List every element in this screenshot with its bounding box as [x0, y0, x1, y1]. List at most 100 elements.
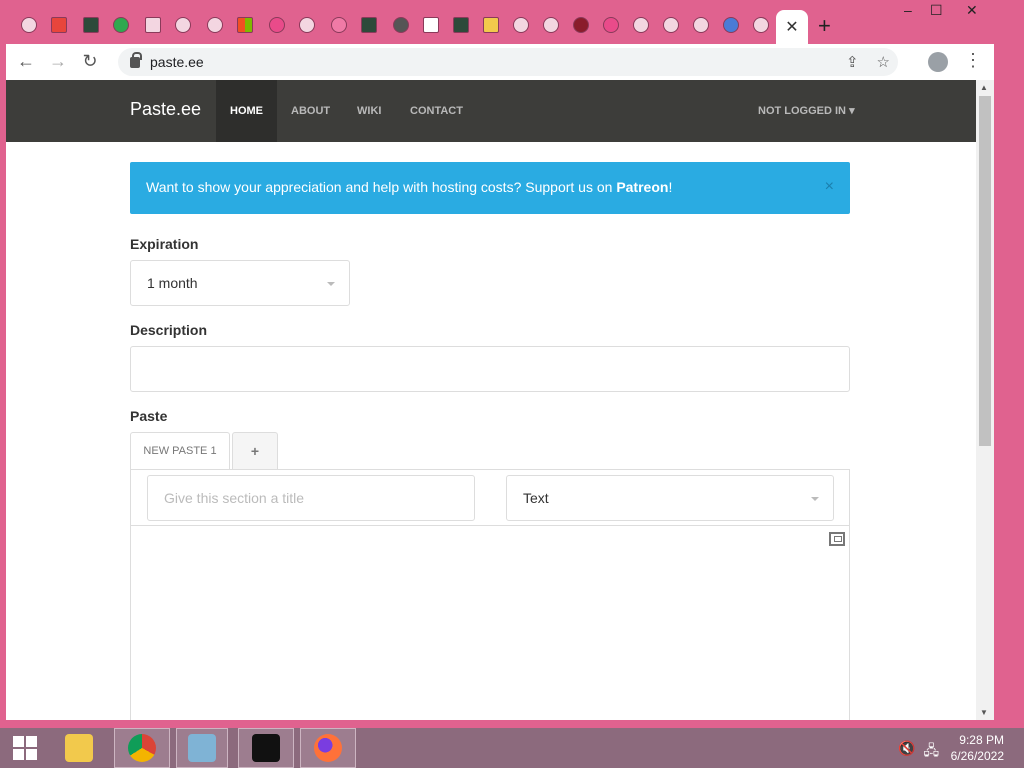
tab-favicon-globe[interactable]: [14, 10, 44, 40]
tab-favicon-sqlite[interactable]: [76, 10, 106, 40]
tab-favicon-gear-2[interactable]: [686, 10, 716, 40]
tab-favicon-globe-7[interactable]: [656, 10, 686, 40]
volume-muted-icon[interactable]: 🔇: [898, 740, 915, 764]
section-title-input[interactable]: Give this section a title: [147, 475, 475, 521]
sqlite-icon: [453, 17, 469, 33]
chevron-down-icon: [327, 282, 335, 286]
nav-contact[interactable]: CONTACT: [410, 80, 463, 142]
globe-icon: [299, 17, 315, 33]
paste-textarea[interactable]: [131, 550, 849, 720]
tab-favicon-globe-3[interactable]: [200, 10, 230, 40]
description-input[interactable]: [130, 346, 850, 392]
caret-down-icon: ▾: [849, 105, 855, 117]
folder-icon: [483, 17, 499, 33]
forward-arrow-icon[interactable]: →: [42, 51, 74, 72]
tab-active[interactable]: ✕: [776, 10, 808, 44]
share-icon[interactable]: ⇪: [846, 53, 859, 71]
paste-tab-label: NEW PASTE 1: [143, 445, 217, 457]
expiration-value: 1 month: [147, 275, 198, 291]
browser-tab-strip: ✕ + – ☐ ✕: [0, 0, 1024, 44]
tab-favicon-globe-2[interactable]: [168, 10, 198, 40]
windows-taskbar: 🔇 🖧 9:28 PM 6/26/2022: [0, 728, 1024, 768]
page-scrollbar[interactable]: ▲ ▼: [976, 80, 994, 720]
back-arrow-icon[interactable]: ←: [10, 51, 42, 72]
clock[interactable]: 9:28 PM 6/26/2022: [951, 732, 1004, 764]
tab-favicon-n[interactable]: [106, 10, 136, 40]
alert-close-icon[interactable]: ×: [825, 178, 834, 196]
tab-favicon-globe-5[interactable]: [536, 10, 566, 40]
syntax-select[interactable]: Text: [506, 475, 834, 521]
new-tab-button[interactable]: +: [818, 13, 831, 39]
taskbar-file-explorer[interactable]: [54, 728, 104, 768]
taskbar-terminal[interactable]: [238, 728, 294, 768]
tab-favicon-download[interactable]: [138, 10, 168, 40]
taskbar-chrome[interactable]: [114, 728, 170, 768]
paste-section-header: Give this section a title Text: [131, 470, 849, 526]
reload-icon[interactable]: ↻: [74, 51, 106, 72]
tab-favicon-sqlite-3[interactable]: [446, 10, 476, 40]
start-button[interactable]: [10, 728, 40, 768]
tab-favicon-rebel[interactable]: [566, 10, 596, 40]
paste-editor: Give this section a title Text: [130, 469, 850, 720]
minimize-button[interactable]: –: [904, 2, 912, 18]
tab-favicon-globe-8[interactable]: [746, 10, 776, 40]
more-menu-icon[interactable]: ⋮: [964, 50, 982, 71]
terminal-icon: [252, 734, 280, 762]
profile-avatar-icon[interactable]: [928, 52, 948, 72]
tab-favicon-pink[interactable]: [324, 10, 354, 40]
site-navbar: Paste.ee HOME ABOUT WIKI CONTACT NOT LOG…: [6, 80, 976, 142]
pink-icon: [331, 17, 347, 33]
user-menu-dropdown[interactable]: NOT LOGGED IN ▾: [758, 80, 855, 142]
bookmark-star-icon[interactable]: ☆: [877, 53, 890, 71]
address-bar[interactable]: paste.ee ⇪ ☆: [118, 48, 898, 76]
sqlite-icon: [83, 17, 99, 33]
taskbar-firefox[interactable]: [300, 728, 356, 768]
expiration-label: Expiration: [130, 236, 199, 252]
expiration-select[interactable]: 1 month: [130, 260, 350, 306]
patreon-alert: Want to show your appreciation and help …: [130, 162, 850, 214]
description-label: Description: [130, 322, 208, 338]
site-brand[interactable]: Paste.ee: [130, 99, 201, 120]
gear-icon: [693, 17, 709, 33]
tab-new-paste-1[interactable]: NEW PASTE 1: [130, 432, 230, 470]
patreon-link[interactable]: Patreon: [616, 179, 668, 195]
nav-home[interactable]: HOME: [216, 80, 277, 142]
taskbar-notepad[interactable]: [176, 728, 228, 768]
scroll-up-icon[interactable]: ▲: [980, 83, 988, 92]
download-icon: [145, 17, 161, 33]
folder-icon: [65, 734, 93, 762]
square-app-icon: [423, 17, 439, 33]
close-window-button[interactable]: ✕: [966, 2, 978, 19]
tab-favicon-cloud[interactable]: [716, 10, 746, 40]
tab-favicon-windows[interactable]: [230, 10, 260, 40]
maximize-button[interactable]: ☐: [930, 2, 943, 19]
chevron-down-icon: [811, 497, 819, 501]
tab-favicon-gear[interactable]: [506, 10, 536, 40]
tab-favicon-globe-6[interactable]: [626, 10, 656, 40]
tab-favicon-square[interactable]: [416, 10, 446, 40]
notepad-icon: [188, 734, 216, 762]
nav-about[interactable]: ABOUT: [291, 80, 330, 142]
tab-favicon-chrome[interactable]: [386, 10, 416, 40]
scrollbar-thumb[interactable]: [979, 96, 991, 446]
nav-wiki[interactable]: WIKI: [357, 80, 381, 142]
main-content: Want to show your appreciation and help …: [130, 162, 852, 720]
close-icon[interactable]: ✕: [785, 17, 798, 37]
tab-favicon-circle-2[interactable]: [596, 10, 626, 40]
add-paste-tab-button[interactable]: +: [232, 432, 278, 470]
globe-icon: [21, 17, 37, 33]
windows-icon: [237, 17, 253, 33]
plus-icon: +: [250, 443, 260, 459]
network-icon[interactable]: 🖧: [923, 740, 939, 764]
tab-favicon-circle[interactable]: [262, 10, 292, 40]
tab-favicon-red-app[interactable]: [44, 10, 74, 40]
tab-favicon-folder[interactable]: [476, 10, 506, 40]
rebel-icon: [573, 17, 589, 33]
firefox-icon: [314, 734, 342, 762]
url-text[interactable]: paste.ee: [150, 54, 204, 70]
tab-favicon-globe-4[interactable]: [292, 10, 322, 40]
system-tray: 🔇 🖧: [898, 740, 939, 764]
tab-favicon-sqlite-2[interactable]: [354, 10, 384, 40]
fullscreen-icon[interactable]: [829, 532, 845, 546]
scroll-down-icon[interactable]: ▼: [980, 708, 988, 717]
